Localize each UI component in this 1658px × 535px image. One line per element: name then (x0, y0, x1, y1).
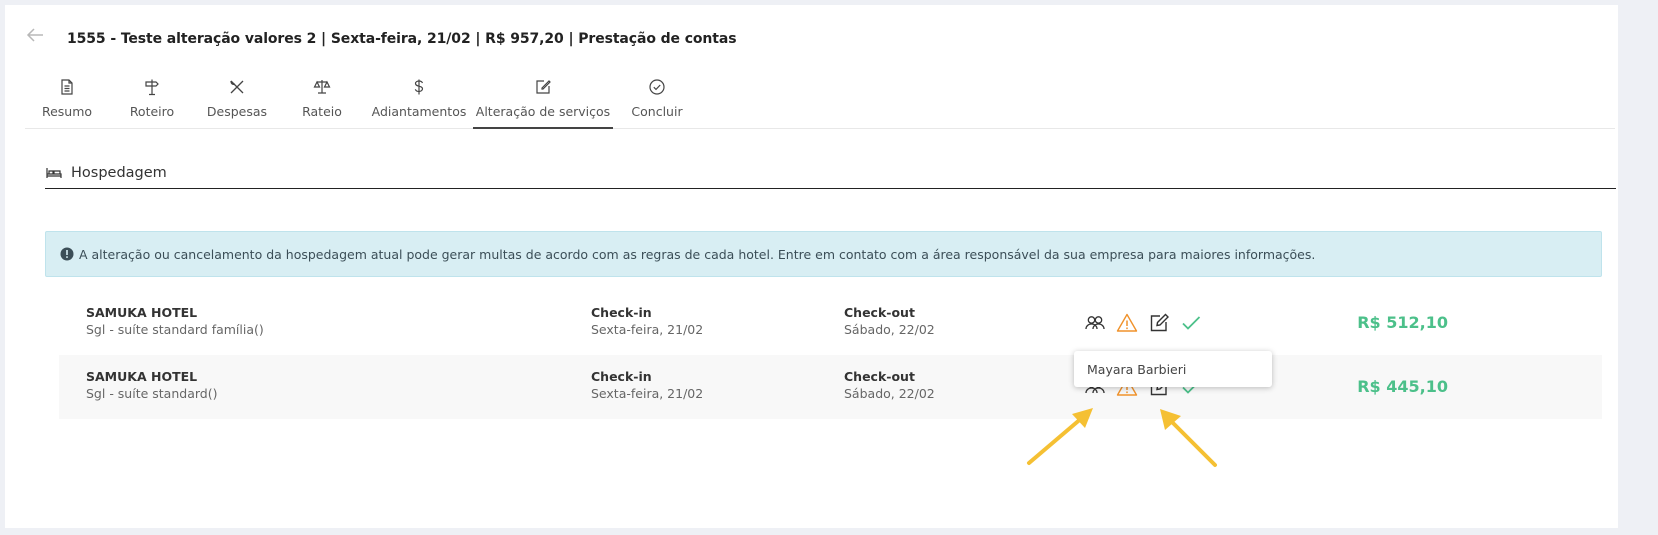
tab-alteracao-servicos[interactable]: Alteração de serviços (473, 71, 613, 129)
booking-row: SAMUKA HOTEL Sgl - suíte standard famíli… (59, 291, 1602, 355)
signpost-icon (145, 79, 159, 96)
utensils-icon (230, 80, 244, 94)
checkin-cell: Check-in Sexta-feira, 21/02 (591, 369, 703, 401)
room-type: Sgl - suíte standard família() (86, 322, 264, 337)
checkin-label: Check-in (591, 369, 652, 384)
edit-icon (536, 80, 551, 94)
checkin-label: Check-in (591, 305, 652, 320)
dollar-icon (414, 79, 424, 95)
checkout-cell: Check-out Sábado, 22/02 (844, 305, 935, 337)
back-arrow-icon[interactable] (23, 23, 47, 47)
checkout-label: Check-out (844, 369, 915, 384)
tab-label: Concluir (631, 104, 683, 119)
checkout-date: Sábado, 22/02 (844, 386, 935, 401)
warning-icon[interactable] (1115, 311, 1139, 335)
tab-label: Adiantamentos (371, 104, 467, 119)
room-type: Sgl - suíte standard() (86, 386, 218, 401)
tab-label: Alteração de serviços (475, 104, 611, 119)
section-header-hospedagem: Hospedagem (45, 157, 1616, 189)
checkin-date: Sexta-feira, 21/02 (591, 386, 704, 401)
checkin-cell: Check-in Sexta-feira, 21/02 (591, 305, 703, 337)
hotel-name: SAMUKA HOTEL (86, 305, 198, 320)
checkout-date: Sábado, 22/02 (844, 322, 935, 337)
checkout-label: Check-out (844, 305, 915, 320)
document-icon (61, 79, 73, 95)
tab-bar: Resumo Roteiro Despesas Rateio Adiantame… (25, 71, 1615, 129)
tab-rateio[interactable]: Rateio (279, 71, 365, 129)
page-title: 1555 - Teste alteração valores 2 | Sexta… (67, 31, 737, 47)
hotel-name: SAMUKA HOTEL (86, 369, 198, 384)
page-container: 1555 - Teste alteração valores 2 | Sexta… (5, 5, 1618, 528)
check-circle-icon (649, 79, 665, 95)
bed-icon (46, 167, 62, 178)
booking-price: R$ 512,10 (1357, 313, 1448, 332)
tab-resumo[interactable]: Resumo (25, 71, 109, 129)
hotel-cell: SAMUKA HOTEL Sgl - suíte standard famíli… (86, 305, 264, 337)
tab-roteiro[interactable]: Roteiro (109, 71, 195, 129)
tab-label: Despesas (206, 104, 268, 119)
balance-scale-icon (313, 80, 331, 94)
tab-despesas[interactable]: Despesas (195, 71, 279, 129)
booking-price: R$ 445,10 (1357, 377, 1448, 396)
tab-label: Resumo (41, 104, 93, 119)
row-actions (1083, 311, 1211, 335)
checkout-cell: Check-out Sábado, 22/02 (844, 369, 935, 401)
tab-adiantamentos[interactable]: Adiantamentos (365, 71, 473, 129)
confirm-check-icon[interactable] (1179, 311, 1203, 335)
guest-name-tooltip: Mayara Barbieri (1074, 351, 1272, 387)
tab-label: Roteiro (129, 104, 175, 119)
tab-label: Rateio (302, 104, 342, 119)
booking-row: SAMUKA HOTEL Sgl - suíte standard() Chec… (59, 355, 1602, 419)
exclamation-circle-icon (60, 247, 74, 261)
guests-icon[interactable] (1083, 311, 1107, 335)
alert-text: A alteração ou cancelamento da hospedage… (79, 246, 1316, 262)
hotel-cell: SAMUKA HOTEL Sgl - suíte standard() (86, 369, 217, 401)
checkin-date: Sexta-feira, 21/02 (591, 322, 704, 337)
section-title: Hospedagem (71, 164, 167, 181)
tab-concluir[interactable]: Concluir (613, 71, 701, 129)
edit-icon[interactable] (1147, 311, 1171, 335)
info-alert: A alteração ou cancelamento da hospedage… (45, 231, 1602, 277)
